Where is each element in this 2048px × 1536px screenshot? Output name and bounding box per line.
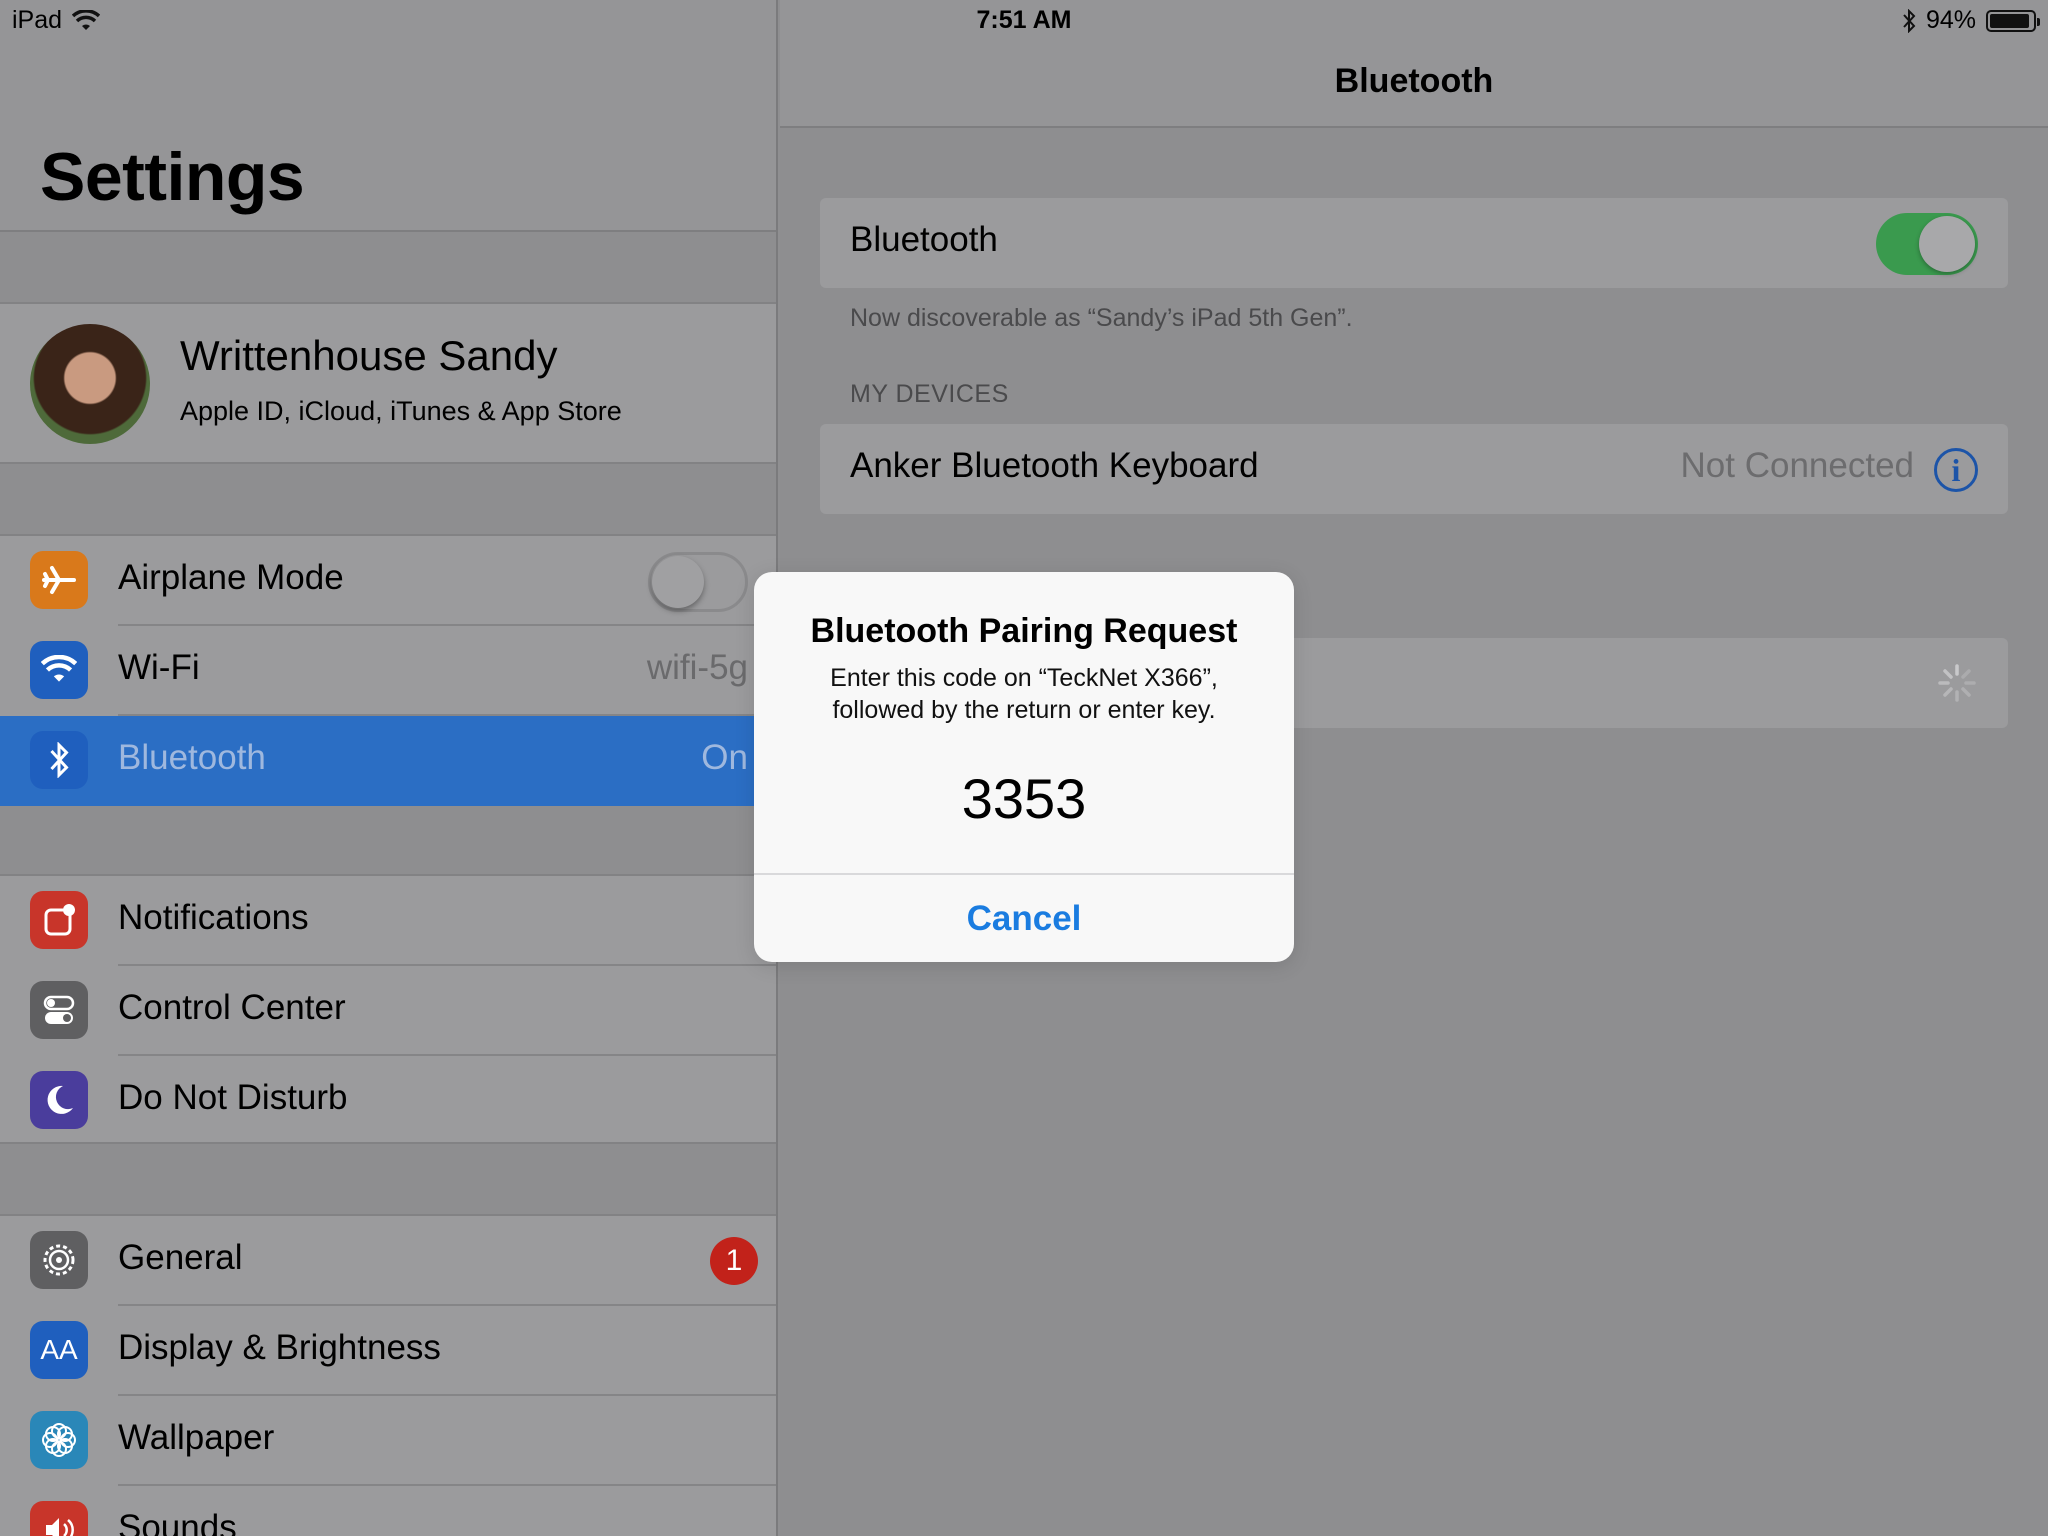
- notifications-icon: [30, 891, 88, 949]
- sidebar-item-label: Sounds: [118, 1508, 237, 1536]
- settings-sidebar: Settings Writtenhouse Sandy Apple ID, iC…: [0, 0, 778, 1536]
- speaker-icon: [30, 1501, 88, 1536]
- alert-message: Enter this code on “TeckNet X366”, follo…: [784, 662, 1264, 726]
- nav-title: Bluetooth: [1334, 62, 1494, 100]
- notifications-group: Notifications Control Center Do Not Dist…: [0, 874, 776, 1146]
- sidebar-item-label: Display & Brightness: [118, 1328, 441, 1367]
- sidebar-item-wifi[interactable]: Wi-Fi wifi-5g: [0, 626, 776, 716]
- status-right: 94%: [1902, 6, 2040, 35]
- cancel-button[interactable]: Cancel: [754, 875, 1294, 962]
- pairing-code: 3353: [961, 767, 1087, 830]
- apple-id-profile[interactable]: Writtenhouse Sandy Apple ID, iCloud, iTu…: [0, 302, 776, 464]
- sidebar-item-label: Wi-Fi: [118, 648, 200, 687]
- device-row[interactable]: Anker Bluetooth Keyboard Not Connected i: [820, 424, 2008, 514]
- battery-percent: 94%: [1925, 6, 1976, 34]
- alert-message-line: followed by the return or enter key.: [832, 696, 1216, 724]
- bluetooth-toggle-label: Bluetooth: [850, 220, 998, 259]
- display-icon: AA: [30, 1321, 88, 1379]
- sidebar-item-wallpaper[interactable]: Wallpaper: [0, 1396, 776, 1486]
- sidebar-item-display-brightness[interactable]: AA Display & Brightness: [0, 1306, 776, 1396]
- sidebar-item-sounds[interactable]: Sounds: [0, 1486, 776, 1536]
- airplane-mode-toggle[interactable]: [648, 552, 748, 612]
- sidebar-item-label: Airplane Mode: [118, 558, 344, 597]
- sidebar-item-label: Do Not Disturb: [118, 1078, 348, 1117]
- wallpaper-icon: [30, 1411, 88, 1469]
- airplane-icon: [30, 551, 88, 609]
- loading-spinner-icon: [1938, 664, 1976, 702]
- sidebar-item-label: Wallpaper: [118, 1418, 275, 1457]
- bluetooth-toggle[interactable]: [1876, 213, 1978, 275]
- bluetooth-toggle-row: Bluetooth: [820, 198, 2008, 288]
- battery-fill: [1990, 13, 2030, 28]
- sidebar-item-control-center[interactable]: Control Center: [0, 966, 776, 1056]
- sidebar-item-label: Notifications: [118, 898, 309, 937]
- avatar: [30, 324, 150, 444]
- alert-title: Bluetooth Pairing Request: [810, 612, 1238, 650]
- my-devices-header: MY DEVICES: [850, 380, 1009, 408]
- wifi-icon: [30, 641, 88, 699]
- profile-subtitle: Apple ID, iCloud, iTunes & App Store: [180, 396, 622, 426]
- alert-message-line: Enter this code on “TeckNet X366”,: [830, 664, 1218, 692]
- status-time: 7:51 AM: [976, 6, 1072, 34]
- battery-icon: [1986, 9, 2040, 32]
- sidebar-item-label: Control Center: [118, 988, 346, 1027]
- device-status: Not Connected: [1680, 446, 1914, 485]
- bluetooth-status-icon: [1903, 8, 1916, 33]
- sidebar-item-airplane-mode[interactable]: Airplane Mode: [0, 536, 776, 626]
- sidebar-item-label: Bluetooth: [118, 738, 266, 777]
- bluetooth-icon: [30, 731, 88, 789]
- sidebar-item-bluetooth[interactable]: Bluetooth On: [0, 716, 776, 806]
- sidebar-item-general[interactable]: General 1: [0, 1216, 776, 1306]
- update-badge: 1: [710, 1237, 758, 1285]
- general-group: General 1 AA Display & Brightness Wallpa…: [0, 1214, 776, 1536]
- bluetooth-state-value: On: [701, 738, 748, 777]
- page-title: Settings: [40, 139, 305, 215]
- moon-icon: [30, 1071, 88, 1129]
- profile-name: Writtenhouse Sandy: [180, 332, 558, 379]
- wifi-network-value: wifi-5g: [646, 648, 748, 687]
- discoverable-text: Now discoverable as “Sandy’s iPad 5th Ge…: [850, 304, 1353, 332]
- info-icon[interactable]: i: [1934, 448, 1978, 492]
- sidebar-item-notifications[interactable]: Notifications: [0, 876, 776, 966]
- sidebar-item-do-not-disturb[interactable]: Do Not Disturb: [0, 1056, 776, 1146]
- sidebar-item-label: General: [118, 1238, 243, 1277]
- pairing-request-alert: Bluetooth Pairing Request Enter this cod…: [754, 572, 1294, 962]
- status-bar: iPad 7:51 AM 94%: [0, 0, 2048, 40]
- gear-icon: [30, 1231, 88, 1289]
- device-name: Anker Bluetooth Keyboard: [850, 446, 1259, 485]
- connectivity-group: Airplane Mode Wi-Fi wifi-5g Bluetooth On: [0, 534, 776, 806]
- control-center-icon: [30, 981, 88, 1039]
